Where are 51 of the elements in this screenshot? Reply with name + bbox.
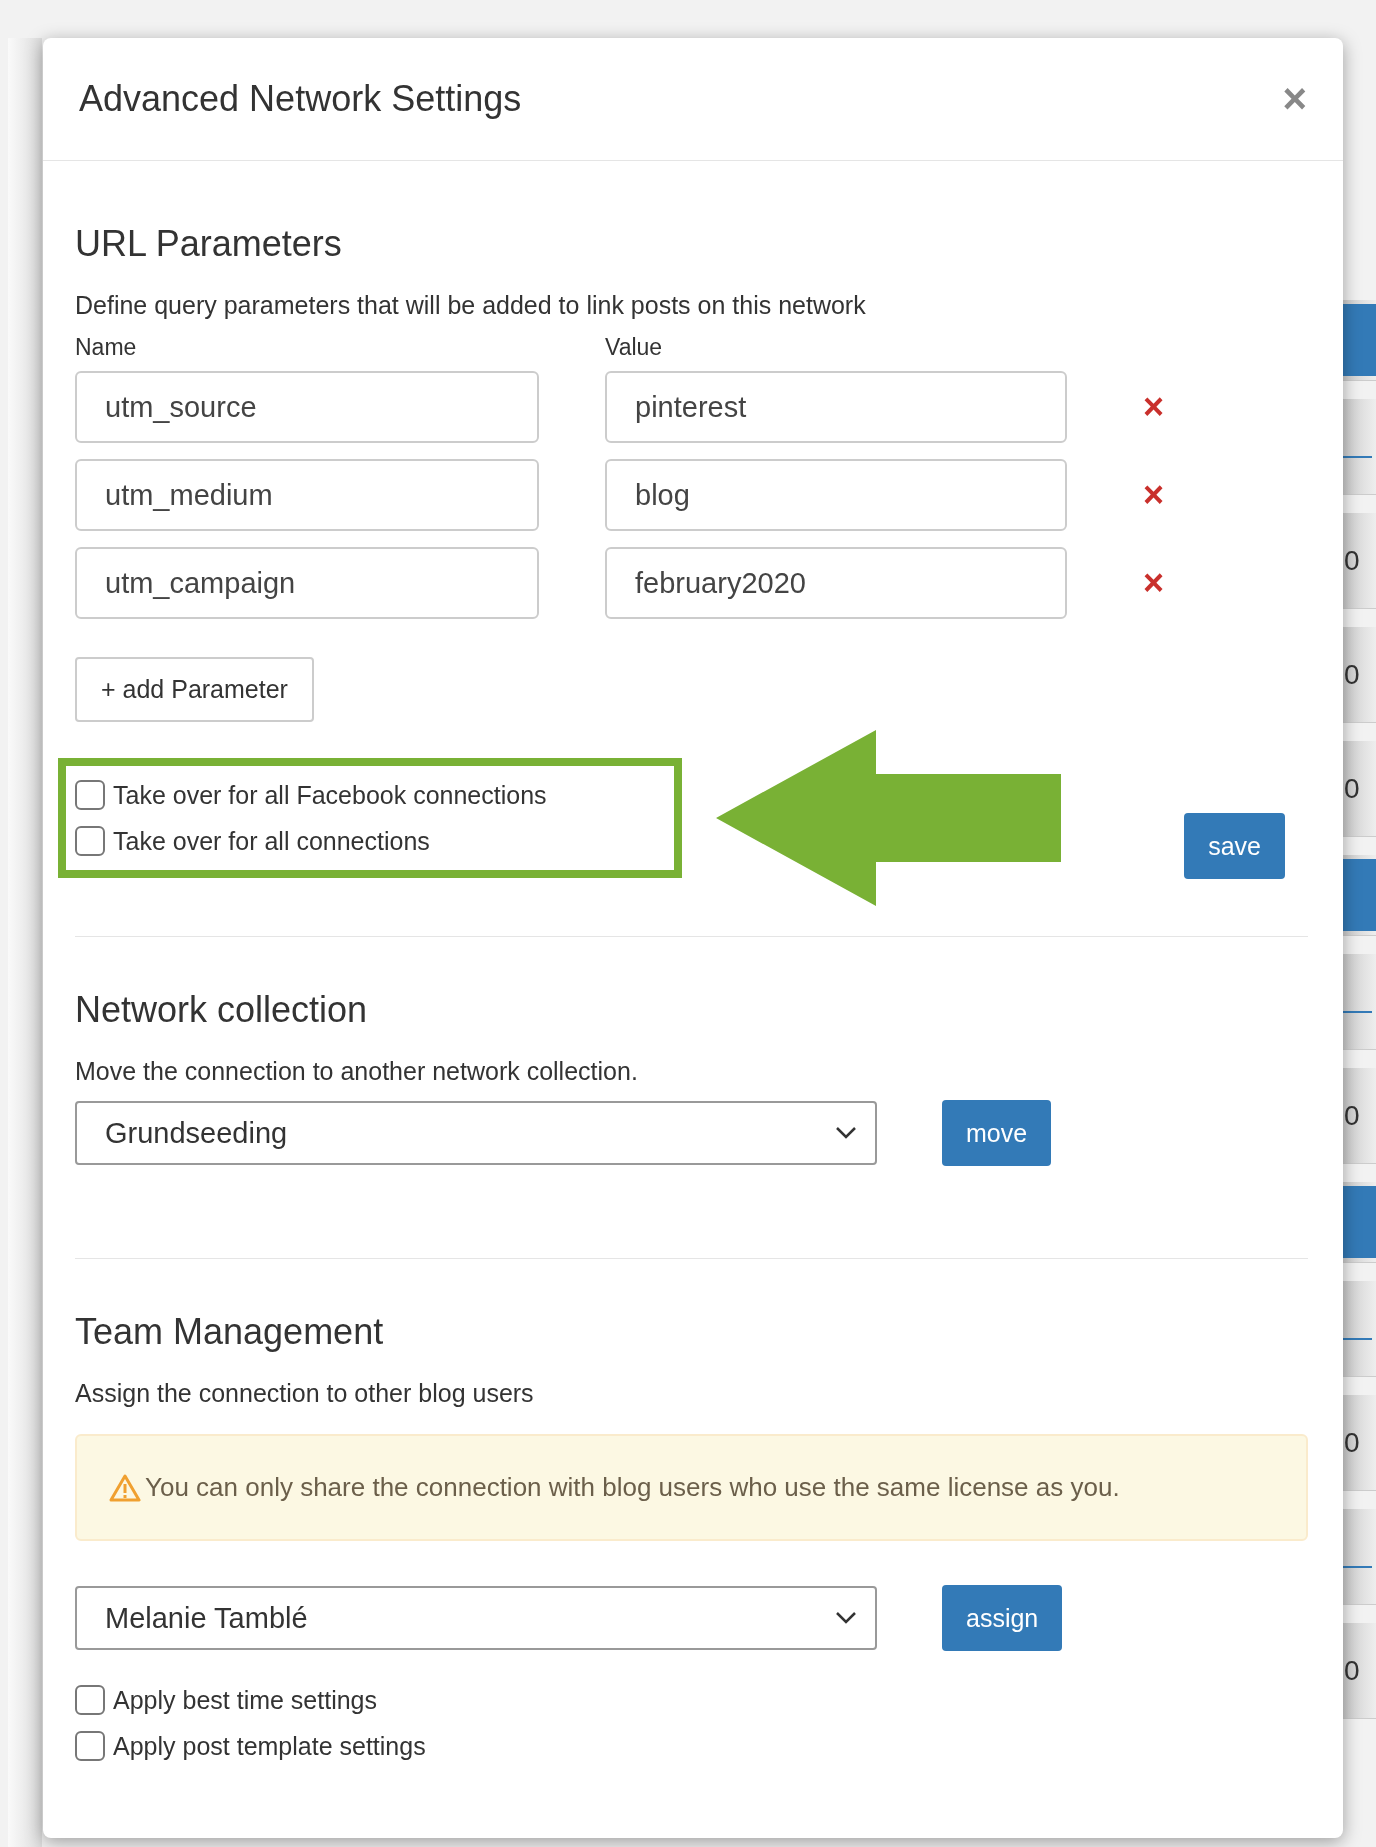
cropped-link[interactable]: [1342, 1565, 1372, 1568]
checkbox[interactable]: [75, 826, 105, 856]
section-heading: Network collection: [75, 989, 369, 1031]
value-cell-text: 0: [1343, 772, 1360, 805]
section-heading: Team Management: [75, 1311, 385, 1353]
value-cell-text: 0: [1343, 1426, 1360, 1459]
value-field[interactable]: february2020: [605, 547, 1067, 619]
cropped-link[interactable]: [1342, 1010, 1372, 1013]
value-cell-text: 0: [1343, 544, 1360, 577]
checkbox-label: Apply best time settings: [113, 1685, 377, 1715]
close-icon[interactable]: ×: [1282, 78, 1307, 120]
name-field[interactable]: utm_campaign: [75, 547, 539, 619]
chevron-down-icon: [835, 1611, 857, 1625]
cropped-button[interactable]: [1342, 1186, 1376, 1258]
cropped-link[interactable]: [1342, 1337, 1372, 1340]
checkbox-label: Take over for all Facebook connections: [113, 780, 547, 810]
name-field[interactable]: utm_medium: [75, 459, 539, 531]
section-description: Define query parameters that will be added to link posts on this network: [75, 291, 867, 320]
column-label: Name: [75, 334, 138, 361]
section-description: Move the connection to another network collection.: [75, 1057, 639, 1086]
remove-icon[interactable]: ×: [1143, 474, 1165, 516]
add-parameter-button[interactable]: + add Parameter: [75, 657, 314, 722]
value-cell-text: 0: [1343, 1654, 1360, 1687]
column-label: Value: [605, 334, 663, 361]
checkbox-label: Apply post template settings: [113, 1731, 426, 1761]
dialog-title: Advanced Network Settings: [79, 78, 522, 120]
value-field[interactable]: pinterest: [605, 371, 1067, 443]
move-button[interactable]: move: [942, 1100, 1052, 1166]
arrow-left-icon: [716, 730, 1061, 906]
remove-icon[interactable]: ×: [1143, 386, 1165, 428]
value-cell-text: 0: [1343, 1099, 1360, 1132]
section-heading: URL Parameters: [75, 223, 343, 265]
cropped-button[interactable]: [1342, 859, 1376, 931]
user-select[interactable]: Melanie Tamblé: [75, 1586, 877, 1650]
value-field[interactable]: blog: [605, 459, 1067, 531]
checkbox[interactable]: [75, 780, 105, 810]
cropped-link[interactable]: [1342, 455, 1372, 458]
checkbox[interactable]: [75, 1731, 105, 1761]
section-description: Assign the connection to other blog users: [75, 1379, 535, 1408]
remove-icon[interactable]: ×: [1143, 562, 1165, 604]
name-field[interactable]: utm_source: [75, 371, 539, 443]
warning-icon: [109, 1473, 141, 1502]
save-button[interactable]: save: [1184, 813, 1285, 879]
checkbox[interactable]: [75, 1685, 105, 1715]
chevron-down-icon: [835, 1126, 857, 1140]
warning-text: You can only share the connection with blog users who use the same license as you.: [145, 1472, 1120, 1503]
assign-button[interactable]: assign: [942, 1585, 1063, 1651]
checkbox-label: Take over for all connections: [113, 826, 430, 856]
collection-select[interactable]: Grundseeding: [75, 1101, 877, 1165]
cropped-button[interactable]: [1342, 304, 1376, 376]
value-cell-text: 0: [1343, 658, 1360, 691]
